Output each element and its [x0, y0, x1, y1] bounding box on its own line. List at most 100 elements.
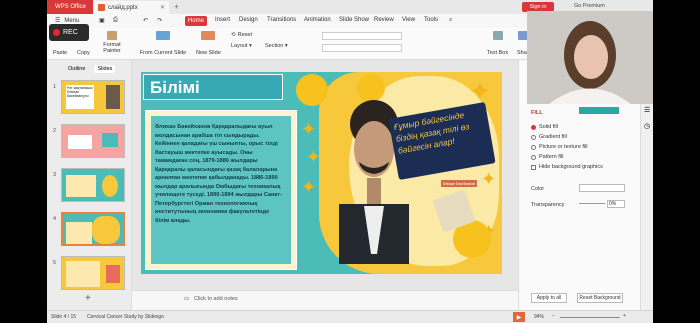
- radio-icon: [531, 144, 536, 150]
- body-text-frame[interactable]: Әлихан Бөкейханов Қарқаралыдағы ауыл мол…: [145, 110, 297, 270]
- quote-author-label: Әлихан Бөкейханов: [441, 180, 477, 187]
- thumb-title: Ұлт мақтанышы Әлихан Бөкейханұлы: [66, 85, 94, 109]
- slides-panel: Outline Slides 1 Ұлт мақтанышы Әлихан Бө…: [47, 60, 132, 310]
- font-format-row[interactable]: [322, 44, 402, 52]
- person-face: [574, 35, 608, 79]
- reset-bg-label: Reset Background: [579, 295, 621, 301]
- thumb-image: [106, 265, 120, 283]
- file-tab-label: слайд.pptx: [108, 4, 138, 11]
- slide-thumbnail-2[interactable]: [61, 124, 125, 158]
- picture-fill-option[interactable]: Picture or texture fill: [531, 144, 588, 150]
- tab-view[interactable]: View: [402, 17, 415, 23]
- fill-section-header[interactable]: FILL: [531, 110, 543, 116]
- hide-background-checkbox[interactable]: Hide background graphics: [531, 164, 603, 170]
- checkbox-icon: [531, 164, 536, 170]
- apply-to-all-button[interactable]: Apply to all: [531, 293, 567, 303]
- section-dropdown[interactable]: Section ▾: [265, 43, 288, 49]
- star-icon: ✦: [301, 177, 317, 197]
- slide-title-box[interactable]: Білімі: [143, 74, 283, 100]
- undo-icon[interactable]: ↶: [143, 17, 148, 24]
- tab-transitions[interactable]: Transitions: [267, 17, 296, 23]
- play-button[interactable]: ▶: [513, 312, 525, 322]
- new-slide-button[interactable]: New Slide: [196, 31, 221, 56]
- thumb-box: [66, 175, 96, 197]
- slide-number: 2: [53, 128, 57, 134]
- new-slide-label: New Slide: [196, 50, 221, 56]
- tab-slides[interactable]: Slides: [94, 65, 116, 73]
- reset-button[interactable]: ⟲ Reset: [231, 32, 252, 38]
- status-bar: Slide 4 / 15 Cervical Cancer Study by Sl…: [47, 310, 653, 323]
- tab-slide-show[interactable]: Slide Show: [339, 17, 369, 23]
- record-dot-icon: [53, 29, 60, 36]
- properties-icon[interactable]: ☰: [644, 106, 650, 114]
- thumb-image: [102, 133, 118, 147]
- tab-review[interactable]: Review: [374, 17, 394, 23]
- history-icon[interactable]: ◷: [644, 122, 650, 130]
- menu-label: Menu: [64, 17, 80, 24]
- layout-label: Layout: [231, 43, 248, 49]
- tab-insert[interactable]: Insert: [215, 17, 230, 23]
- save-icon[interactable]: ▣: [99, 17, 105, 24]
- slide-thumbnail-1[interactable]: Ұлт мақтанышы Әлихан Бөкейханұлы: [61, 80, 125, 114]
- thumb-box: [68, 135, 92, 149]
- slide-number: 3: [53, 172, 57, 178]
- transparency-value[interactable]: 0%: [607, 200, 625, 208]
- slide-title: Білімі: [150, 78, 200, 97]
- solid-fill-option[interactable]: Solid fill: [531, 124, 558, 130]
- slide-counter: Slide 4 / 15: [51, 314, 77, 320]
- from-current-label: From Current Slide: [139, 50, 187, 56]
- app-tab-label: WPS Office: [55, 4, 86, 10]
- menu-button[interactable]: ☰ Menu: [55, 17, 80, 25]
- zoom-slider[interactable]: [560, 317, 620, 318]
- tab-tools[interactable]: Tools: [424, 17, 438, 23]
- fill-color-preview[interactable]: [579, 107, 619, 114]
- rec-label: REC: [63, 29, 78, 36]
- color-label: Color: [531, 186, 545, 192]
- slide-thumbnail-5[interactable]: [61, 256, 125, 290]
- slide-number: 1: [53, 84, 57, 90]
- reset-background-button[interactable]: Reset Background: [577, 293, 623, 303]
- tab-outline[interactable]: Outline: [65, 65, 88, 73]
- print-icon[interactable]: ⎙: [113, 17, 118, 24]
- thumb-blob: [102, 175, 118, 197]
- font-name-select[interactable]: [322, 32, 402, 40]
- zoom-out-icon[interactable]: −: [552, 313, 555, 319]
- zoom-in-icon[interactable]: +: [623, 313, 626, 319]
- current-slide[interactable]: Білімі Әлихан Бөкейханов Қарқаралыдағы а…: [141, 72, 502, 274]
- search-icon[interactable]: ⌕: [449, 17, 452, 24]
- close-tab-icon[interactable]: ✕: [160, 4, 165, 11]
- slide-number: 5: [53, 260, 57, 266]
- tab-animation[interactable]: Animation: [304, 17, 331, 23]
- slide-thumbnail-3[interactable]: [61, 168, 125, 202]
- thumb-box: [66, 222, 92, 244]
- thumb-portrait: [106, 85, 120, 109]
- slide-thumbnail-4[interactable]: [61, 212, 125, 246]
- format-painter-button[interactable]: Format Painter: [97, 31, 127, 54]
- go-premium-link[interactable]: Go Premium: [574, 3, 605, 9]
- redo-icon[interactable]: ↷: [157, 17, 162, 24]
- tab-home[interactable]: Home: [185, 16, 207, 26]
- format-painter-label: Format Painter: [103, 42, 121, 54]
- add-slide-icon[interactable]: +: [85, 293, 91, 304]
- text-box-button[interactable]: Text Box: [487, 31, 508, 56]
- layout-dropdown[interactable]: Layout ▾: [231, 43, 252, 49]
- notes-pane[interactable]: ▭ Click to add notes: [132, 290, 518, 310]
- file-tab[interactable]: слайд.pptx ✕: [94, 1, 169, 14]
- color-dropdown[interactable]: [579, 184, 625, 192]
- tab-design[interactable]: Design: [239, 17, 258, 23]
- webcam-person-image: [527, 11, 653, 104]
- gradient-fill-option[interactable]: Gradient fill: [531, 134, 567, 140]
- pattern-fill-option[interactable]: Pattern fill: [531, 154, 563, 160]
- reset-icon: ⟲: [231, 32, 236, 38]
- transparency-slider[interactable]: [579, 203, 605, 207]
- solid-fill-label: Solid fill: [539, 124, 558, 130]
- play-slideshow-icon: [156, 31, 170, 40]
- new-tab-icon[interactable]: +: [174, 2, 179, 11]
- recording-indicator: REC: [49, 24, 89, 41]
- from-current-slide-button[interactable]: From Current Slide: [139, 31, 187, 56]
- quote-text: Ғұмыр бәйгесінде біздің қазақ тілі өз бә…: [392, 109, 471, 156]
- text-box-label: Text Box: [487, 50, 509, 56]
- app-tab[interactable]: WPS Office: [47, 0, 93, 14]
- slide-number: 4: [53, 216, 57, 222]
- slide-canvas: Білімі Әлихан Бөкейханов Қарқаралыдағы а…: [132, 60, 518, 290]
